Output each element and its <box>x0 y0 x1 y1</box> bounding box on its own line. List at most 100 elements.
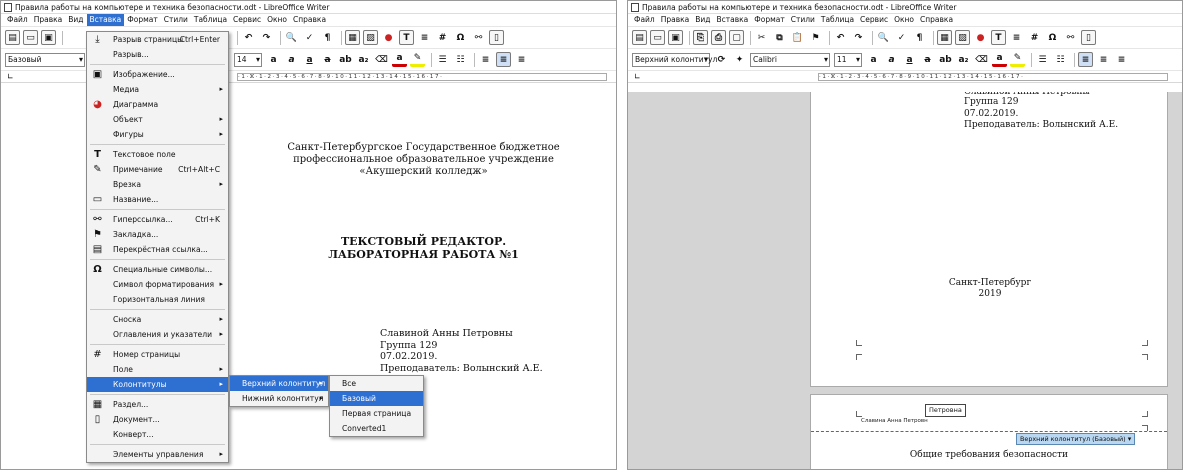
redo-icon[interactable]: ↷ <box>259 30 274 45</box>
italic-icon[interactable]: a <box>284 52 299 67</box>
bold-icon[interactable]: a <box>266 52 281 67</box>
table-icon[interactable]: ▦ <box>937 30 952 45</box>
open-icon[interactable]: ▭ <box>23 30 38 45</box>
menu-0[interactable]: Файл <box>631 14 658 26</box>
spellcheck-icon[interactable]: ✓ <box>302 30 317 45</box>
menu-item[interactable]: Врезка ▸ <box>87 177 228 192</box>
font-size-box[interactable]: 14 <box>234 52 262 67</box>
menu-8[interactable]: Окно <box>891 14 917 26</box>
menu-item[interactable]: ▣ Изображение... <box>87 67 228 82</box>
find-icon[interactable]: 🔍 <box>284 30 299 45</box>
cut-icon[interactable]: ✂ <box>754 30 769 45</box>
align-left-icon[interactable]: ≡ <box>1078 52 1093 67</box>
undo-icon[interactable]: ↶ <box>241 30 256 45</box>
save-icon[interactable]: ▣ <box>668 30 683 45</box>
paragraph-style-box[interactable]: Базовый <box>5 52 85 67</box>
tab-stop-icon[interactable]: ∟ <box>634 72 641 81</box>
menu-item[interactable]: T Текстовое поле <box>87 147 228 162</box>
menu-1[interactable]: Правка <box>31 14 66 26</box>
document-area[interactable]: Славиной Анны Петровны Группа 129 07.02.… <box>628 92 1182 469</box>
highlight-color-icon[interactable]: ✎ <box>1010 52 1025 67</box>
menu-item[interactable]: Поле ▸ <box>87 362 228 377</box>
redo-icon[interactable]: ↷ <box>851 30 866 45</box>
menu-5[interactable]: Стили <box>161 14 191 26</box>
menu-item[interactable]: ◕ Диаграмма <box>87 97 228 112</box>
menu-item[interactable]: Первая страница <box>330 406 423 421</box>
underline-icon[interactable]: a <box>302 52 317 67</box>
menu-item[interactable]: Ω Специальные символы... <box>87 262 228 277</box>
font-color-icon[interactable]: a <box>392 52 407 67</box>
menu-item[interactable]: Сноска ▸ <box>87 312 228 327</box>
paragraph-style-box[interactable]: Верхний колонтитул <box>632 52 717 67</box>
superscript-icon[interactable]: ab <box>938 52 953 67</box>
numbering-icon[interactable]: ☷ <box>1053 52 1068 67</box>
menu-item[interactable]: Объект ▸ <box>87 112 228 127</box>
menu-item[interactable]: ⤓ Разрыв страницы Ctrl+Enter <box>87 32 228 47</box>
menu-9[interactable]: Справка <box>290 14 329 26</box>
menu-item[interactable]: ▯ Документ... <box>87 412 228 427</box>
align-left-icon[interactable]: ≡ <box>478 52 493 67</box>
menu-item[interactable]: ▤ Перекрёстная ссылка... <box>87 242 228 257</box>
menu-2[interactable]: Вид <box>65 14 86 26</box>
menu-item[interactable]: ▭ Название... <box>87 192 228 207</box>
copy-icon[interactable]: ⧉ <box>772 30 787 45</box>
spellcheck-icon[interactable]: ✓ <box>894 30 909 45</box>
font-name-box[interactable]: Calibri <box>750 52 830 67</box>
menu-7[interactable]: Сервис <box>230 14 264 26</box>
text-box-icon[interactable]: T <box>399 30 414 45</box>
open-icon[interactable]: ▭ <box>650 30 665 45</box>
print-icon[interactable]: ⎙ <box>711 30 726 45</box>
superscript-icon[interactable]: ab <box>338 52 353 67</box>
header-tag-button[interactable]: Верхний колонтитул (Базовый) ▾ <box>1016 433 1136 445</box>
footnote-icon[interactable]: ▯ <box>489 30 504 45</box>
numbering-icon[interactable]: ☷ <box>453 52 468 67</box>
field-icon[interactable]: # <box>1027 30 1042 45</box>
header-text[interactable]: Славина Анна Петровн <box>861 418 928 425</box>
page-break-icon[interactable]: ≡ <box>417 30 432 45</box>
menu-item[interactable]: ⚑ Закладка... <box>87 227 228 242</box>
align-right-icon[interactable]: ≡ <box>1114 52 1129 67</box>
menu-item[interactable]: ✎ Примечание Ctrl+Alt+C <box>87 162 228 177</box>
menu-item[interactable]: Все <box>330 376 423 391</box>
special-character-icon[interactable]: Ω <box>453 30 468 45</box>
menu-3[interactable]: Вставка <box>86 14 125 26</box>
menu-item[interactable]: Конверт... <box>87 427 228 442</box>
menu-6[interactable]: Таблица <box>818 14 857 26</box>
paste-icon[interactable]: 📋 <box>790 30 805 45</box>
menu-4[interactable]: Формат <box>124 14 160 26</box>
menu-item[interactable]: ▦ Раздел... <box>87 397 228 412</box>
menu-4[interactable]: Формат <box>751 14 787 26</box>
menu-item[interactable]: ⚯ Гиперссылка... Ctrl+K <box>87 212 228 227</box>
menu-0[interactable]: Файл <box>4 14 31 26</box>
menu-6[interactable]: Таблица <box>191 14 230 26</box>
menu-item[interactable]: Символ форматирования ▸ <box>87 277 228 292</box>
text-box-icon[interactable]: T <box>991 30 1006 45</box>
menu-item[interactable]: Нижний колонтитул ▸ <box>230 391 328 406</box>
bullets-icon[interactable]: ☰ <box>1035 52 1050 67</box>
new-document-icon[interactable]: ▤ <box>632 30 647 45</box>
save-icon[interactable]: ▣ <box>41 30 56 45</box>
subscript-icon[interactable]: a₂ <box>956 52 971 67</box>
menu-item[interactable]: Разрыв... <box>87 47 228 62</box>
hyperlink-icon[interactable]: ⚯ <box>471 30 486 45</box>
italic-icon[interactable]: a <box>884 52 899 67</box>
table-icon[interactable]: ▦ <box>345 30 360 45</box>
menu-item[interactable]: Верхний колонтитул ▸ <box>230 376 328 391</box>
menu-8[interactable]: Окно <box>264 14 290 26</box>
undo-icon[interactable]: ↶ <box>833 30 848 45</box>
clone-format-icon[interactable]: ⚑ <box>808 30 823 45</box>
bold-icon[interactable]: a <box>866 52 881 67</box>
menu-1[interactable]: Правка <box>658 14 693 26</box>
tab-stop-icon[interactable]: ∟ <box>7 72 14 81</box>
menu-item[interactable]: Колонтитулы ▸ <box>87 377 228 392</box>
strikethrough-icon[interactable]: a <box>920 52 935 67</box>
hyperlink-icon[interactable]: ⚯ <box>1063 30 1078 45</box>
clear-formatting-icon[interactable]: ⌫ <box>974 52 989 67</box>
clear-formatting-icon[interactable]: ⌫ <box>374 52 389 67</box>
align-right-icon[interactable]: ≡ <box>514 52 529 67</box>
formatting-marks-icon[interactable]: ¶ <box>912 30 927 45</box>
footnote-icon[interactable]: ▯ <box>1081 30 1096 45</box>
font-color-icon[interactable]: a <box>992 52 1007 67</box>
special-character-icon[interactable]: Ω <box>1045 30 1060 45</box>
field-icon[interactable]: # <box>435 30 450 45</box>
